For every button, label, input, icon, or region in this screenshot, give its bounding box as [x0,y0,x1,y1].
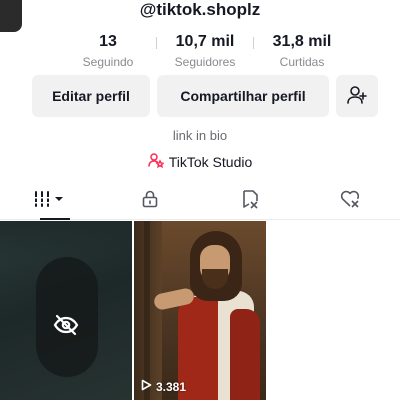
studio-label: TikTok Studio [168,153,253,170]
profile-handle: @tiktok.shoplz [139,0,261,19]
view-count-label: 3.381 [156,379,187,394]
empty-grid-slot [268,221,400,400]
video-thumbnail-private[interactable] [0,221,132,400]
tab-private[interactable] [100,184,200,219]
add-user-icon [346,84,368,109]
stat-following-label: Seguindo [82,55,134,69]
lock-icon [140,189,160,214]
play-icon [140,379,152,394]
video-grid: 3.381 [0,221,400,400]
videos-grid-icon [33,189,67,214]
thumbnail-door-shadow [144,221,150,400]
video-view-count: 3.381 [140,379,186,394]
stat-likes[interactable]: 31,8 mil Curtidas [254,32,350,70]
stat-likes-label: Curtidas [279,55,325,69]
reposts-icon [239,189,261,214]
stat-likes-value: 31,8 mil [272,33,332,50]
tab-videos[interactable] [0,184,100,220]
stat-following[interactable]: 13 Seguindo [60,32,156,70]
tab-liked[interactable] [300,184,400,219]
stat-followers-value: 10,7 mil [175,33,235,50]
tab-reposts[interactable] [200,184,300,219]
stat-followers[interactable]: 10,7 mil Seguidores [157,32,253,70]
profile-stats: 13 Seguindo 10,7 mil Seguidores 31,8 mil… [60,32,350,70]
profile-bio[interactable]: link in bio [0,128,400,143]
stat-following-value: 13 [99,33,117,50]
stat-followers-label: Seguidores [174,55,236,69]
hidden-eye-icon [53,314,79,341]
liked-icon [339,189,361,214]
share-profile-button[interactable]: Compartilhar perfil [157,75,329,117]
profile-actions: Editar perfil Compartilhar perfil [32,75,378,117]
video-thumbnail[interactable]: 3.381 [134,221,266,400]
profile-tabs [0,184,400,220]
thumbnail-shade [0,221,132,261]
add-friend-button[interactable] [336,75,378,117]
tiktok-studio-link[interactable]: TikTok Studio [0,152,400,171]
thumbnail-cloak-right [230,309,260,400]
edit-profile-button[interactable]: Editar perfil [32,75,150,117]
studio-icon [147,152,165,171]
